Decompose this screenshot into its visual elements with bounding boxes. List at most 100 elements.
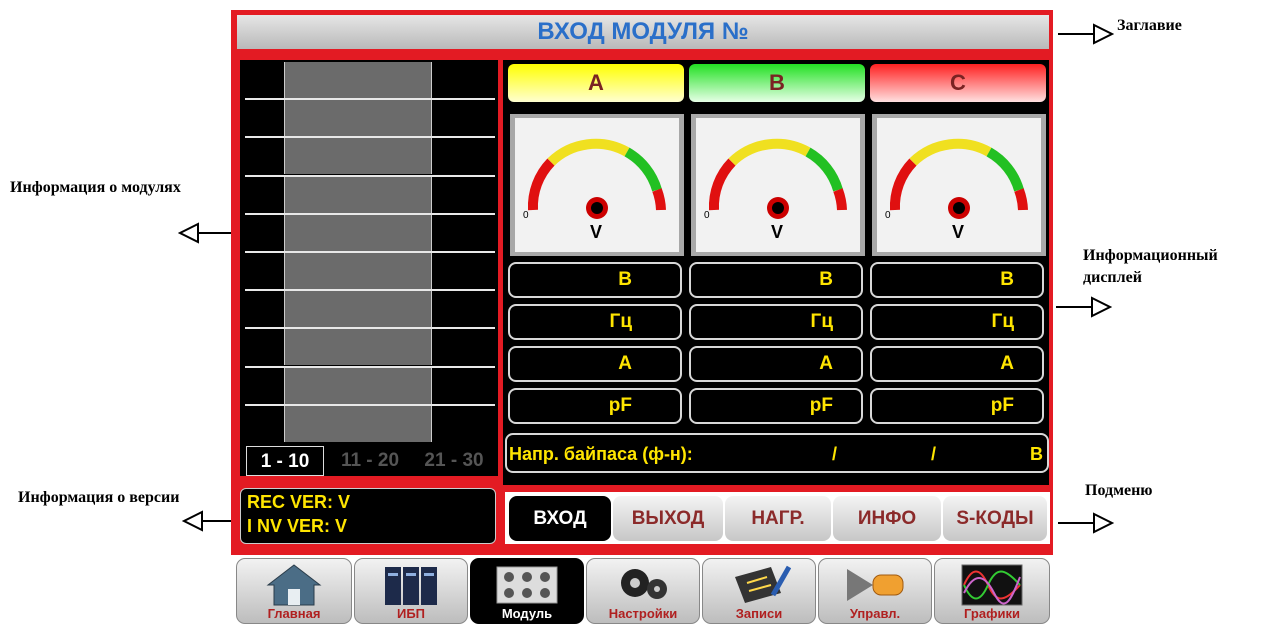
- phase-value-unit: pF: [990, 395, 1014, 416]
- gauge-dial-icon: 0V: [885, 138, 1028, 242]
- rec-version: REC VER: V: [247, 492, 351, 512]
- module-row[interactable]: [240, 100, 498, 137]
- phase-header-b: B: [689, 64, 865, 102]
- phase-value-unit: В: [1000, 269, 1014, 290]
- page-button-1-10[interactable]: 1 - 10: [246, 446, 324, 476]
- module-row[interactable]: [240, 329, 498, 366]
- nav-home-label: Главная: [267, 606, 321, 621]
- gauge-unit: V: [952, 222, 964, 242]
- module-cell: [284, 100, 432, 137]
- title-bar: ВХОД МОДУЛЯ №: [237, 15, 1049, 49]
- phase-value-unit: А: [1000, 353, 1014, 374]
- phase-value-row: В: [508, 262, 682, 298]
- nav-graphs-button[interactable]: Графики: [934, 558, 1050, 624]
- arrow-icon-title: [1058, 23, 1114, 45]
- nav-records-label: Записи: [735, 606, 783, 621]
- voltage-gauge: 0V: [510, 114, 684, 256]
- phase-value-unit: В: [819, 269, 833, 290]
- module-row[interactable]: [240, 253, 498, 289]
- module-row-divider: [245, 174, 495, 177]
- phase-value-row: pF: [689, 388, 863, 424]
- module-cell: [284, 176, 432, 213]
- nav-ups-label: ИБП: [396, 606, 426, 621]
- gauge-face: 0V: [696, 118, 860, 252]
- phase-value-row: Гц: [870, 304, 1044, 340]
- nav-control-label: Управл.: [849, 606, 901, 621]
- page-button-21-30[interactable]: 21 - 30: [414, 446, 494, 476]
- submenu-scodes-button[interactable]: S-КОДЫ: [943, 496, 1047, 541]
- nav-graphs-label: Графики: [964, 606, 1020, 621]
- nav-records-button[interactable]: Записи: [702, 558, 816, 624]
- phase-value-unit: А: [618, 353, 632, 374]
- phase-value-row: А: [870, 346, 1044, 382]
- module-cell: [284, 214, 432, 251]
- arrow-icon-submenu: [1058, 512, 1114, 534]
- nav-settings-label: Настройки: [608, 606, 678, 621]
- inv-version: I NV VER: V: [247, 516, 348, 536]
- module-row[interactable]: [240, 405, 498, 442]
- module-row[interactable]: [240, 138, 498, 175]
- gauge-unit: V: [771, 222, 783, 242]
- module-cell: [284, 329, 432, 366]
- gauge-zero: 0: [704, 210, 710, 221]
- gears-icon: [621, 569, 667, 599]
- module-cell: [284, 253, 432, 289]
- gauge-zero: 0: [885, 210, 891, 221]
- phase-value-row: pF: [508, 388, 682, 424]
- module-row-divider: [245, 327, 495, 330]
- phase-value-unit: В: [618, 269, 632, 290]
- module-row[interactable]: [240, 214, 498, 251]
- submenu-output-button[interactable]: ВЫХОД: [613, 496, 723, 541]
- gauge-face: 0V: [877, 118, 1041, 252]
- bypass-voltage-row: Напр. байпаса (ф-н): / / В: [505, 433, 1049, 473]
- graph-icon: [961, 564, 1023, 606]
- module-row-divider: [245, 136, 495, 139]
- gauge-zero: 0: [523, 210, 529, 221]
- module-row[interactable]: [240, 62, 498, 98]
- phase-value-row: В: [870, 262, 1044, 298]
- annotation-display-line1: Информационный: [1083, 247, 1218, 264]
- records-icon: [735, 565, 791, 603]
- gauge-dial-icon: 0V: [704, 138, 847, 242]
- module-row[interactable]: [240, 176, 498, 213]
- nav-settings-button[interactable]: Настройки: [586, 558, 700, 624]
- module-row[interactable]: [240, 291, 498, 328]
- module-cell: [284, 138, 432, 175]
- home-icon: [266, 564, 322, 606]
- submenu-info-button[interactable]: ИНФО: [833, 496, 941, 541]
- annotation-version: Информация о версии: [18, 489, 180, 506]
- phase-value-unit: pF: [608, 395, 632, 416]
- module-row-divider: [245, 289, 495, 292]
- module-row[interactable]: [240, 367, 498, 404]
- annotation-title: Заглавие: [1117, 17, 1182, 34]
- phase-value-unit: Гц: [991, 311, 1014, 332]
- phase-value-row: А: [689, 346, 863, 382]
- bypass-label: Напр. байпаса (ф-н):: [509, 444, 693, 464]
- module-cell: [284, 367, 432, 404]
- phase-value-row: В: [689, 262, 863, 298]
- nav-control-button[interactable]: Управл.: [818, 558, 932, 624]
- annotation-modules: Информация о модулях: [10, 179, 181, 196]
- nav-ups-button[interactable]: ИБП: [354, 558, 468, 624]
- submenu-input-button[interactable]: ВХОД: [509, 496, 611, 541]
- page-button-11-20[interactable]: 11 - 20: [330, 446, 410, 476]
- phase-value-unit: А: [819, 353, 833, 374]
- annotation-display-line2: дисплей: [1083, 269, 1142, 286]
- phase-header-a: A: [508, 64, 684, 102]
- page-title: ВХОД МОДУЛЯ №: [537, 18, 749, 45]
- module-icon: [496, 566, 558, 604]
- gauge-unit: V: [590, 222, 602, 242]
- bypass-unit: В: [1030, 444, 1043, 464]
- module-cell: [284, 405, 432, 442]
- phase-value-unit: Гц: [609, 311, 632, 332]
- module-cell: [284, 291, 432, 328]
- module-row-divider: [245, 365, 495, 368]
- phase-header-c: C: [870, 64, 1046, 102]
- gauge-face: 0V: [515, 118, 679, 252]
- nav-module-button[interactable]: Модуль: [470, 558, 584, 624]
- submenu-load-button[interactable]: НАГР.: [725, 496, 831, 541]
- version-info-panel: REC VER: V I NV VER: V: [240, 488, 496, 544]
- nav-home-button[interactable]: Главная: [236, 558, 352, 624]
- nav-module-label: Модуль: [501, 606, 553, 621]
- arrow-icon-display: [1056, 296, 1112, 318]
